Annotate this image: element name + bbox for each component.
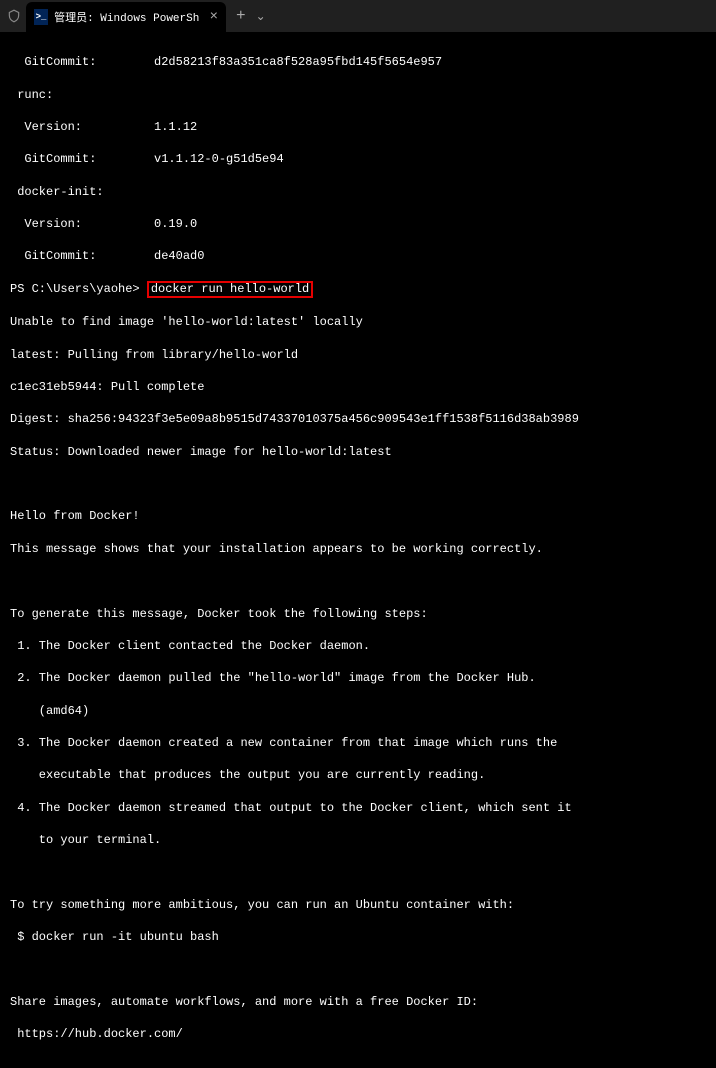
new-tab-button[interactable]: + xyxy=(236,7,246,25)
output-line: To try something more ambitious, you can… xyxy=(10,897,706,913)
active-tab[interactable]: >_ 管理员: Windows PowerShell × xyxy=(26,2,226,32)
command-line: PS C:\Users\yaohe> docker run hello-worl… xyxy=(10,281,706,298)
output-line: Version: 1.1.12 xyxy=(10,119,706,135)
output-blank xyxy=(10,476,706,492)
output-line: GitCommit: v1.1.12-0-g51d5e94 xyxy=(10,151,706,167)
output-line: 1. The Docker client contacted the Docke… xyxy=(10,638,706,654)
terminal-output[interactable]: GitCommit: d2d58213f83a351ca8f528a95fbd1… xyxy=(0,32,716,1068)
output-blank xyxy=(10,573,706,589)
output-line: Unable to find image 'hello-world:latest… xyxy=(10,314,706,330)
output-line: Status: Downloaded newer image for hello… xyxy=(10,444,706,460)
output-line: GitCommit: de40ad0 xyxy=(10,248,706,264)
output-blank xyxy=(10,962,706,978)
titlebar: >_ 管理员: Windows PowerShell × + ⌄ xyxy=(0,0,716,32)
prompt: PS C:\Users\yaohe> xyxy=(10,282,147,296)
highlighted-command: docker run hello-world xyxy=(147,281,313,298)
output-line: 4. The Docker daemon streamed that outpu… xyxy=(10,800,706,816)
output-blank xyxy=(10,1059,706,1068)
output-line: $ docker run -it ubuntu bash xyxy=(10,929,706,945)
output-line: (amd64) xyxy=(10,703,706,719)
output-line: c1ec31eb5944: Pull complete xyxy=(10,379,706,395)
output-line: Version: 0.19.0 xyxy=(10,216,706,232)
output-blank xyxy=(10,865,706,881)
powershell-icon: >_ xyxy=(34,9,48,25)
close-tab-button[interactable]: × xyxy=(210,9,218,25)
tab-dropdown-button[interactable]: ⌄ xyxy=(256,9,266,24)
output-line: GitCommit: d2d58213f83a351ca8f528a95fbd1… xyxy=(10,54,706,70)
output-line: Hello from Docker! xyxy=(10,508,706,524)
output-line: This message shows that your installatio… xyxy=(10,541,706,557)
tab-title: 管理员: Windows PowerShell xyxy=(54,9,199,25)
output-line: latest: Pulling from library/hello-world xyxy=(10,347,706,363)
output-line: Share images, automate workflows, and mo… xyxy=(10,994,706,1010)
output-line: 3. The Docker daemon created a new conta… xyxy=(10,735,706,751)
output-line: https://hub.docker.com/ xyxy=(10,1026,706,1042)
shield-icon xyxy=(6,8,22,24)
output-line: To generate this message, Docker took th… xyxy=(10,606,706,622)
output-line: 2. The Docker daemon pulled the "hello-w… xyxy=(10,670,706,686)
output-line: docker-init: xyxy=(10,184,706,200)
output-line: to your terminal. xyxy=(10,832,706,848)
output-line: executable that produces the output you … xyxy=(10,767,706,783)
output-line: Digest: sha256:94323f3e5e09a8b9515d74337… xyxy=(10,411,706,427)
output-line: runc: xyxy=(10,87,706,103)
